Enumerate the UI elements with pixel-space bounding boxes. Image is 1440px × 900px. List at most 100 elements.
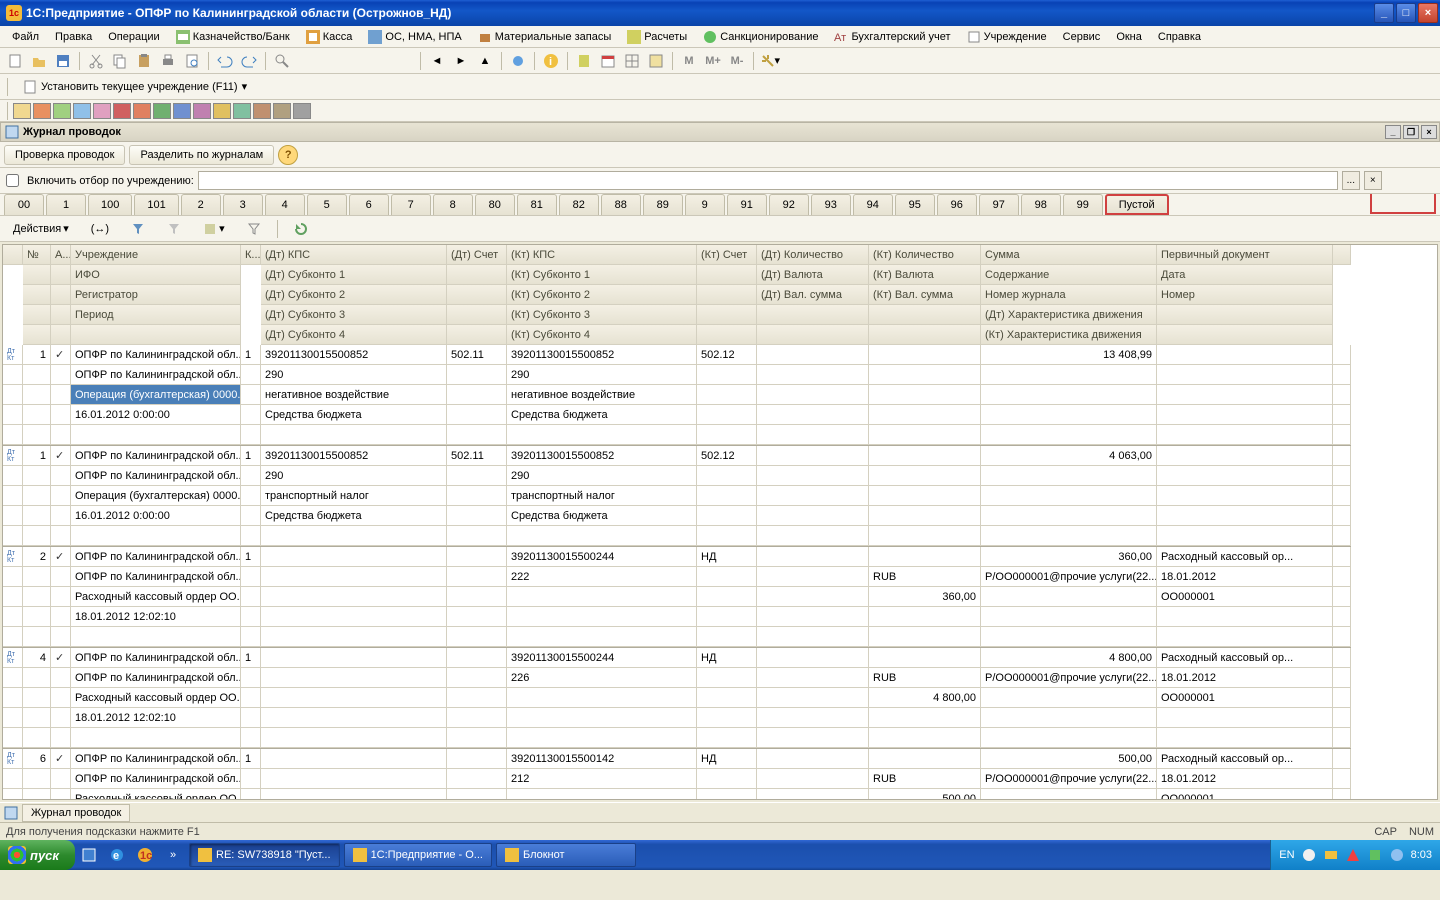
taskbar-app[interactable]: RE: SW738918 "Пуст... [189,843,340,867]
undo-icon[interactable] [214,50,236,72]
cell[interactable] [447,789,507,800]
cell[interactable] [51,405,71,425]
cell[interactable] [869,648,981,668]
cell[interactable]: 1 [241,648,261,668]
cell[interactable]: НД [697,648,757,668]
cell[interactable] [23,708,51,728]
cell[interactable] [757,567,869,587]
grid-icon[interactable] [621,50,643,72]
cell[interactable] [447,526,507,546]
cell[interactable] [697,728,757,748]
cell[interactable] [447,769,507,789]
nav-fwd-icon[interactable]: ► [450,50,472,72]
col-header[interactable]: (Дт) Валюта [757,265,869,285]
cell[interactable]: Средства бюджета [261,506,447,526]
cell[interactable] [241,405,261,425]
cell[interactable]: ОПФР по Калининградской обл... [71,668,241,688]
tab-93[interactable]: 93 [811,194,851,215]
cell[interactable] [507,607,697,627]
tab-2[interactable]: 2 [181,194,221,215]
cell[interactable] [757,789,869,800]
cell[interactable] [757,547,869,567]
cell[interactable]: RUB [869,769,981,789]
cell[interactable] [447,567,507,587]
color-10[interactable] [193,103,211,119]
col-header[interactable] [757,305,869,325]
cell[interactable] [51,345,71,365]
filter-off-icon[interactable] [158,218,190,240]
col-header[interactable]: (Дт) Субконто 3 [261,305,447,325]
doc-close[interactable]: × [1421,125,1437,139]
cell[interactable] [1333,769,1351,789]
color-3[interactable] [53,103,71,119]
cell[interactable]: 1 [241,345,261,365]
col-header[interactable] [51,285,71,305]
cell[interactable] [51,526,71,546]
cell[interactable] [23,567,51,587]
cell[interactable] [3,486,23,506]
cell[interactable] [869,607,981,627]
color-15[interactable] [293,103,311,119]
cell[interactable] [447,425,507,445]
tab-96[interactable]: 96 [937,194,977,215]
cell[interactable] [1333,486,1351,506]
window-tab[interactable]: Журнал проводок [22,804,130,822]
color-6[interactable] [113,103,131,119]
cell[interactable] [981,425,1157,445]
new-icon[interactable] [4,50,26,72]
cell[interactable] [757,607,869,627]
cell[interactable] [3,627,23,647]
cell[interactable]: 13 408,99 [981,345,1157,365]
cell[interactable] [23,607,51,627]
cell[interactable] [869,466,981,486]
col-header[interactable] [71,325,241,345]
cell[interactable] [757,345,869,365]
cell[interactable] [1333,648,1351,668]
menu-osnma[interactable]: ОС, НМА, НПА [362,28,467,46]
cell[interactable] [507,587,697,607]
cell[interactable] [697,567,757,587]
cell[interactable]: 1 [23,446,51,466]
cell[interactable] [3,769,23,789]
cell[interactable] [869,345,981,365]
cell[interactable] [1157,526,1333,546]
cell[interactable] [507,526,697,546]
col-header[interactable]: (Кт) Счет [697,245,757,265]
cell[interactable] [1333,506,1351,526]
cell[interactable]: 16.01.2012 0:00:00 [71,405,241,425]
cell[interactable]: 18.01.2012 12:02:10 [71,708,241,728]
cell[interactable]: ОПФР по Калининградской обл... [71,567,241,587]
menu-file[interactable]: Файл [6,29,45,45]
reload-icon[interactable] [285,218,317,240]
col-header[interactable]: (Кт) КПС [507,245,697,265]
cell[interactable] [241,365,261,385]
cell[interactable] [447,506,507,526]
cell[interactable] [1157,708,1333,728]
cut-icon[interactable] [85,50,107,72]
cell[interactable]: 500,00 [981,749,1157,769]
col-header[interactable]: (Кт) Вал. сумма [869,285,981,305]
cell[interactable] [447,749,507,769]
col-header[interactable]: А... [51,245,71,265]
cell[interactable] [241,526,261,546]
cell[interactable]: 500,00 [869,789,981,800]
filter-clear[interactable]: × [1364,171,1382,190]
col-header[interactable]: (Кт) Валюта [869,265,981,285]
ql-ie[interactable]: e [105,843,129,867]
menu-materials[interactable]: Материальные запасы [472,28,618,46]
cell[interactable] [261,728,447,748]
cell[interactable] [697,466,757,486]
cell[interactable] [697,627,757,647]
cell[interactable]: Р/ОО000001@прочие услуги(22... [981,769,1157,789]
cell[interactable] [71,425,241,445]
cell[interactable] [1333,708,1351,728]
cell[interactable]: 212 [507,769,697,789]
color-8[interactable] [153,103,171,119]
cell[interactable] [981,466,1157,486]
m-plus[interactable]: M+ [702,50,724,72]
tab-100[interactable]: 100 [88,194,132,215]
cell[interactable]: ОО000001 [1157,688,1333,708]
cell[interactable] [241,466,261,486]
cell[interactable]: ОПФР по Калининградской обл... [71,547,241,567]
cell[interactable]: 502.12 [697,446,757,466]
